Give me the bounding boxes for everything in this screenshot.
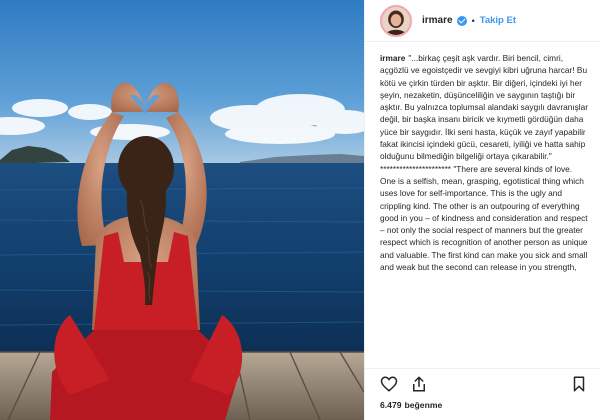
likes-number: 6.479 — [380, 400, 402, 410]
caption-paragraph: irmare "...birkaç çeşit aşk vardır. Biri … — [380, 52, 590, 273]
avatar-image — [382, 6, 410, 35]
caption-author[interactable]: irmare — [380, 53, 405, 63]
caption-text: "...birkaç çeşit aşk vardır. Biri bencil… — [380, 53, 588, 273]
post-sidebar: irmare • Takip Et irmare "...birkaç çeşit… — [364, 0, 600, 420]
post-photo[interactable] — [0, 0, 364, 420]
post-header: irmare • Takip Et — [365, 0, 600, 42]
share-icon[interactable] — [410, 375, 428, 393]
heart-icon[interactable] — [380, 375, 398, 393]
bookmark-icon[interactable] — [570, 375, 588, 393]
username[interactable]: irmare — [422, 15, 453, 26]
likes-count[interactable]: 6.479 beğenme — [380, 400, 442, 410]
caption: irmare "...birkaç çeşit aşk vardır. Biri … — [365, 42, 600, 368]
follow-button[interactable]: Takip Et — [480, 15, 516, 26]
avatar[interactable] — [380, 4, 412, 37]
verified-badge-icon — [456, 15, 467, 26]
separator-dot: • — [471, 15, 475, 26]
photo-scene — [0, 0, 364, 420]
action-bar — [365, 368, 600, 398]
likes-label: beğenme — [404, 400, 443, 410]
